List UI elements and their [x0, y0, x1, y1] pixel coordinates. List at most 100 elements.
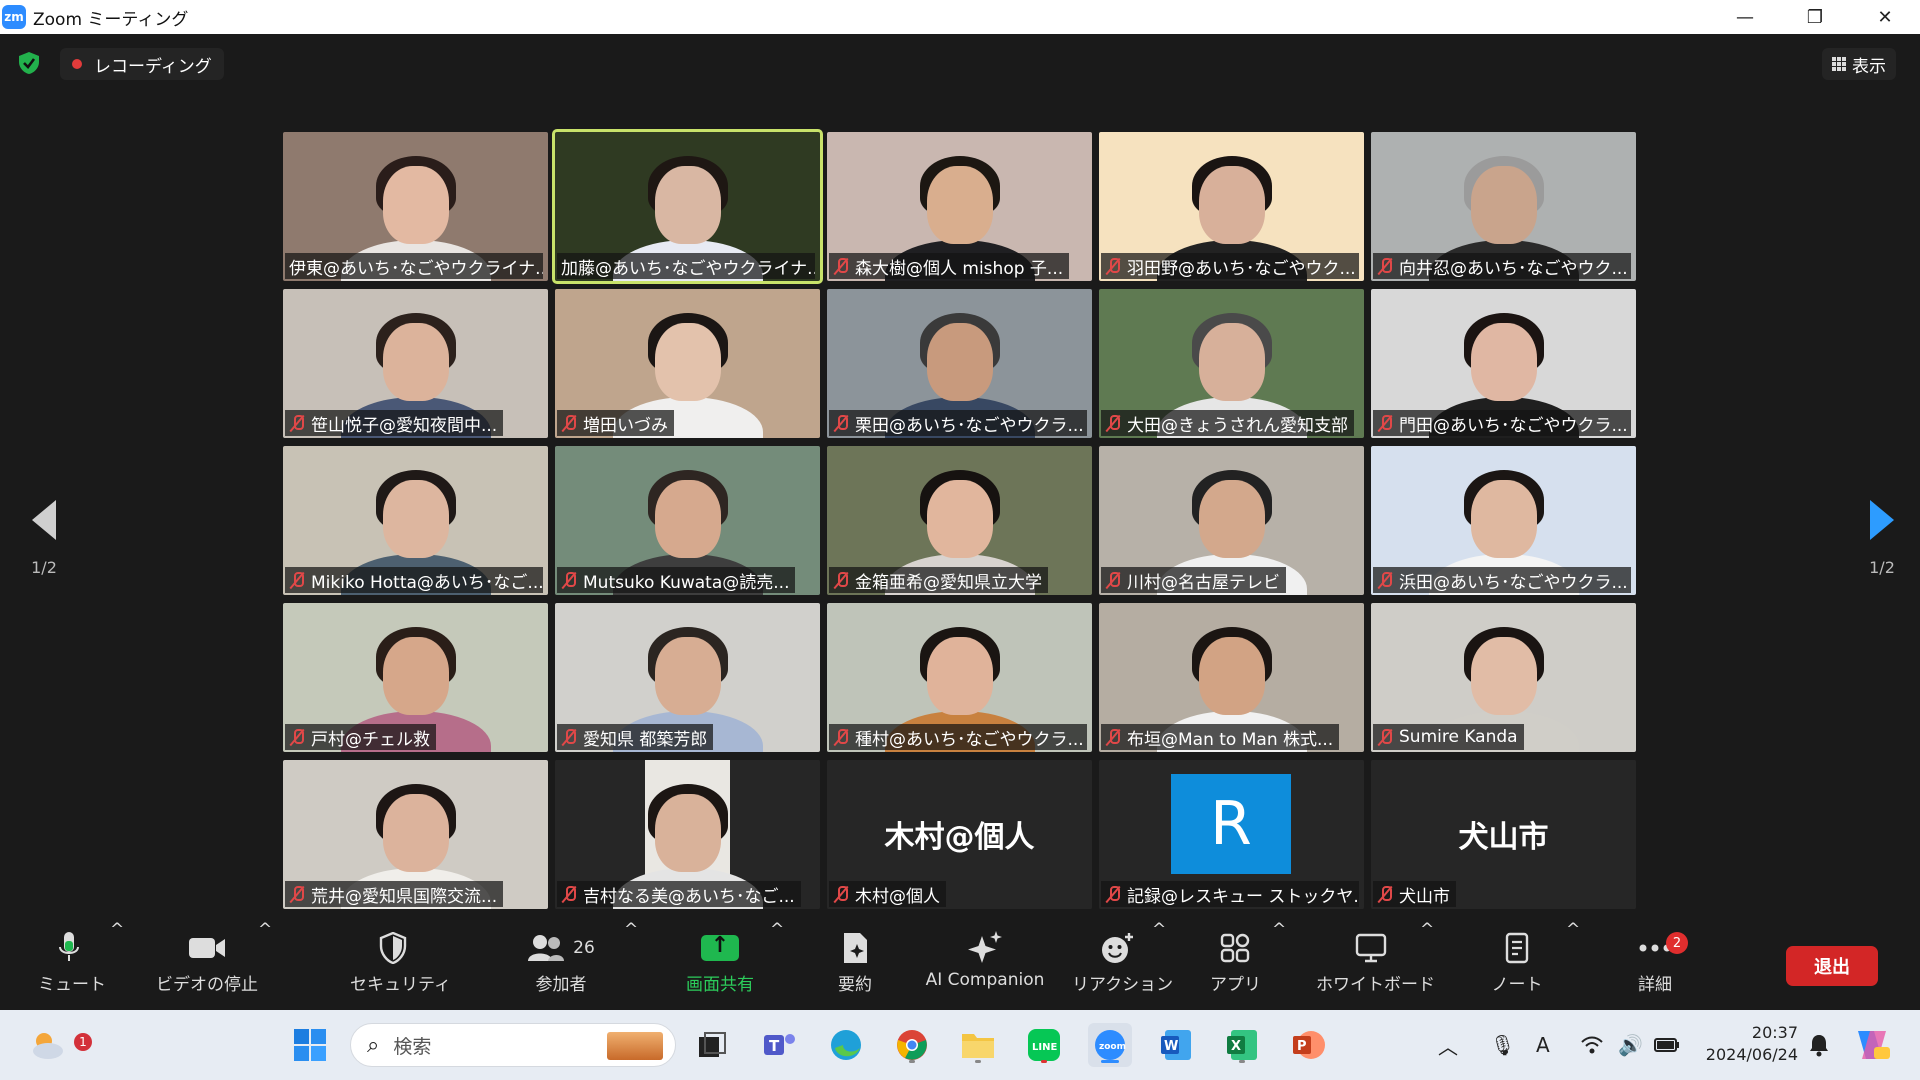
weather-widget[interactable]: 1 — [26, 1023, 92, 1067]
stop-video-button[interactable]: ビデオの停止 — [156, 920, 258, 1010]
notes-icon — [1505, 932, 1529, 964]
security-button[interactable]: セキュリティ — [350, 920, 451, 1010]
summary-document-icon — [844, 933, 867, 963]
participant-tile[interactable]: 向井忍@あいち･なごやウク... — [1371, 132, 1636, 281]
participant-tile[interactable]: 種村@あいち･なごやウクラ... — [827, 603, 1092, 752]
line-app[interactable]: LINE — [1022, 1023, 1066, 1067]
taskbar-search[interactable]: ⌕ 検索 — [350, 1023, 676, 1067]
participant-tile[interactable]: 森大樹@個人 mishop 子... — [827, 132, 1092, 281]
participants-options-caret[interactable]: ^ — [624, 920, 638, 1010]
participant-tile[interactable]: 門田@あいち･なごやウクラ... — [1371, 289, 1636, 438]
person-face — [1198, 323, 1265, 401]
whiteboard-options-caret[interactable]: ^ — [1420, 920, 1434, 1010]
edge-app[interactable] — [824, 1023, 868, 1067]
view-button[interactable]: 表示 — [1822, 48, 1896, 80]
copilot-app[interactable] — [1852, 1010, 1892, 1080]
word-app[interactable]: W — [1154, 1023, 1198, 1067]
minimize-button[interactable]: — — [1710, 0, 1780, 34]
notification-bell-icon[interactable] — [1808, 1010, 1830, 1080]
participant-tile[interactable]: 羽田野@あいち･なごやウク... — [1099, 132, 1364, 281]
teams-app[interactable]: T — [758, 1023, 802, 1067]
zoom-app[interactable]: zoom — [1088, 1023, 1132, 1067]
notes-button[interactable]: ノート — [1490, 920, 1544, 1010]
participant-tile[interactable]: 吉村なる美@あいち･なご... — [555, 760, 820, 909]
battery-charging-icon — [1654, 1038, 1679, 1052]
summary-button[interactable]: 要約 — [830, 920, 880, 1010]
tray-overflow-chevron[interactable]: ︿ — [1438, 1010, 1458, 1080]
volume-icon[interactable]: 🔊 — [1618, 1010, 1643, 1080]
participant-tile[interactable]: 増田いづみ — [555, 289, 820, 438]
ime-indicator[interactable]: A — [1536, 1010, 1550, 1080]
participant-tile[interactable]: Mikiko Hotta@あいち･なご... — [283, 446, 548, 595]
participant-tile[interactable]: 布垣@Man to Man 株式... — [1099, 603, 1364, 752]
participant-name-label: 栗田@あいち･なごやウクラ... — [829, 410, 1087, 436]
muted-mic-icon — [289, 885, 305, 903]
task-view-button[interactable] — [690, 1023, 734, 1067]
participants-button[interactable]: 26 参加者 — [516, 920, 606, 1010]
more-button[interactable]: 2 詳細 — [1620, 920, 1690, 1010]
participant-tile[interactable]: R 記録@レスキュー ストックヤ... — [1099, 760, 1364, 909]
recording-indicator[interactable]: レコーディング — [60, 48, 224, 80]
muted-mic-icon — [1377, 414, 1393, 432]
next-page-button[interactable]: 1/2 — [1862, 500, 1902, 577]
participant-tile[interactable]: Mutsuko Kuwata@読売... — [555, 446, 820, 595]
taskbar-clock[interactable]: 20:37 2024/06/24 — [1706, 1022, 1798, 1066]
person-face — [382, 166, 449, 244]
apps-options-caret[interactable]: ^ — [1272, 920, 1286, 1010]
person-face — [926, 637, 993, 715]
whiteboard-button[interactable]: ホワイトボード — [1316, 920, 1435, 1010]
person-face — [382, 637, 449, 715]
participant-tile[interactable]: 栗田@あいち･なごやウクラ... — [827, 289, 1092, 438]
security-shield-icon[interactable] — [16, 50, 42, 76]
participant-tile[interactable]: 伊東@あいち･なごやウクライナ... — [283, 132, 548, 281]
participant-tile[interactable]: 加藤@あいち･なごやウクライナ... — [552, 129, 823, 284]
page-indicator-right: 1/2 — [1869, 558, 1895, 577]
participant-tile[interactable]: 大田@きょうされん愛知支部 — [1099, 289, 1364, 438]
start-button[interactable] — [288, 1023, 332, 1067]
participant-name: 森大樹@個人 mishop 子... — [855, 258, 1064, 279]
share-screen-button[interactable]: 画面共有 — [680, 920, 760, 1010]
windows-start-icon — [294, 1029, 326, 1061]
participant-name-label: 愛知県 都築芳郎 — [557, 724, 714, 750]
participant-tile[interactable]: Sumire Kanda — [1371, 603, 1636, 752]
participant-tile[interactable]: 金箱亜希@愛知県立大学 — [827, 446, 1092, 595]
reactions-button[interactable]: リアクション — [1072, 920, 1173, 1010]
audio-options-caret[interactable]: ^ — [110, 920, 124, 1010]
microphone-tray-icon[interactable]: 🎙 — [1490, 1010, 1515, 1080]
participant-name: 記録@レスキュー ストックヤ... — [1127, 886, 1359, 907]
video-options-caret[interactable]: ^ — [258, 920, 272, 1010]
notes-options-caret[interactable]: ^ — [1566, 920, 1580, 1010]
close-button[interactable]: ✕ — [1850, 0, 1920, 34]
participant-tile[interactable]: 荒井@愛知県国際交流... — [283, 760, 548, 909]
previous-page-button[interactable]: 1/2 — [24, 500, 64, 577]
participant-tile[interactable]: 愛知県 都築芳郎 — [555, 603, 820, 752]
microphone-icon — [59, 932, 79, 961]
participant-tile[interactable]: 戸村@チェル救 — [283, 603, 548, 752]
share-options-caret[interactable]: ^ — [770, 920, 784, 1010]
powerpoint-app[interactable]: P — [1286, 1023, 1330, 1067]
mute-button[interactable]: ミュート — [38, 920, 106, 1010]
chrome-app[interactable] — [890, 1023, 934, 1067]
muted-mic-icon — [833, 885, 849, 903]
participant-tile[interactable]: 笹山悦子@愛知夜間中... — [283, 289, 548, 438]
participant-tile[interactable]: 浜田@あいち･なごやウクラ... — [1371, 446, 1636, 595]
line-running-indicator — [1041, 1060, 1047, 1063]
restore-button[interactable]: ❐ — [1780, 0, 1850, 34]
wifi-icon[interactable] — [1580, 1010, 1604, 1080]
participant-tile[interactable]: 川村@名古屋テレビ — [1099, 446, 1364, 595]
reactions-options-caret[interactable]: ^ — [1152, 920, 1166, 1010]
person-face — [654, 480, 721, 558]
participant-display-name: 木村@個人 — [884, 820, 1035, 855]
participant-avatar: R — [1171, 774, 1291, 874]
apps-button[interactable]: アプリ — [1210, 920, 1261, 1010]
stop-video-label: ビデオの停止 — [156, 975, 258, 995]
muted-mic-icon — [289, 571, 305, 589]
participant-tile[interactable]: 犬山市 犬山市 — [1371, 760, 1636, 909]
leave-button[interactable]: 退出 — [1786, 946, 1878, 986]
battery-icon[interactable] — [1654, 1010, 1680, 1080]
ai-companion-button[interactable]: AI Companion — [924, 920, 1046, 1010]
excel-app[interactable]: X — [1220, 1023, 1264, 1067]
participant-name-label: 戸村@チェル救 — [285, 724, 436, 750]
participant-tile[interactable]: 木村@個人 木村@個人 — [827, 760, 1092, 909]
file-explorer-app[interactable] — [956, 1023, 1000, 1067]
